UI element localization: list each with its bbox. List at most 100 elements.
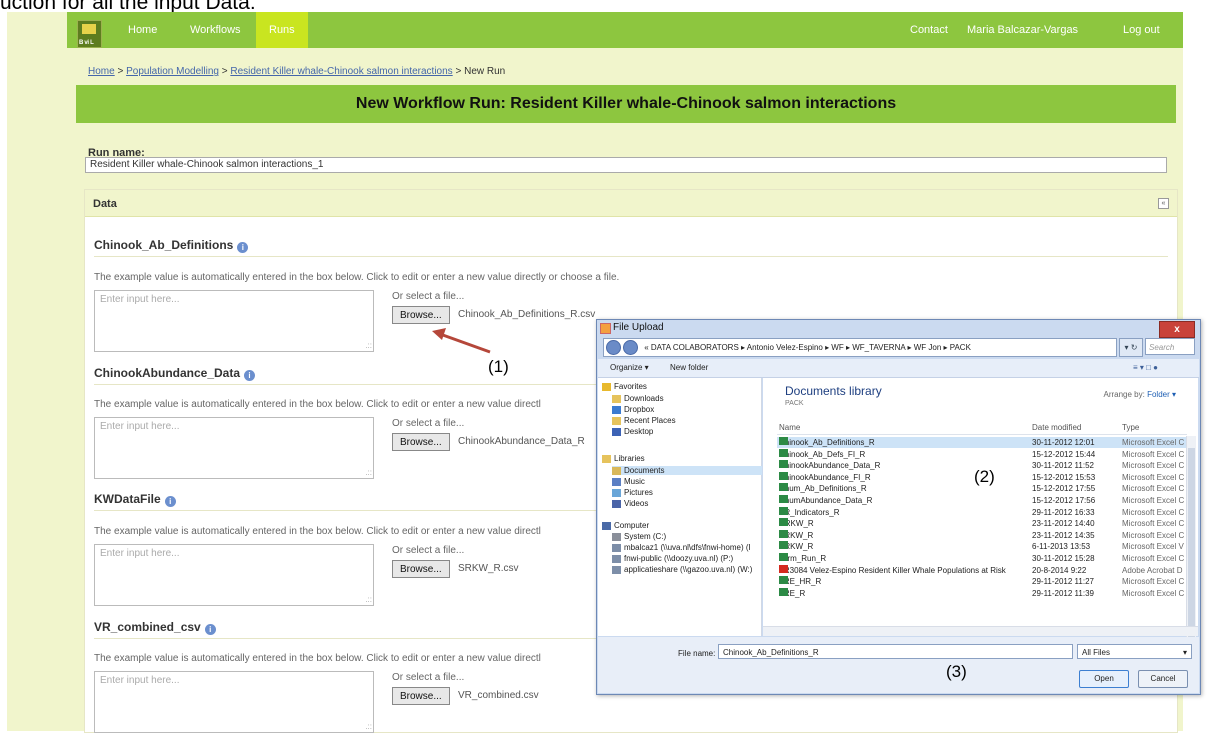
input-hint: The example value is automatically enter… xyxy=(94,653,541,664)
col-date[interactable]: Date modified xyxy=(1032,423,1081,432)
file-row[interactable]: TR3084 Velez-Espino Resident Killer Whal… xyxy=(777,564,1187,576)
library-title: Documents library xyxy=(785,384,882,398)
input-textarea[interactable]: Enter input here....:: xyxy=(94,290,374,352)
file-date: 23-11-2012 14:40 xyxy=(1032,519,1095,529)
file-name-input[interactable]: Chinook_Ab_Definitions_R xyxy=(718,644,1073,659)
view-icons[interactable]: ≡ ▾ □ ● xyxy=(1133,359,1158,377)
file-row[interactable]: NRKW_R 23-11-2012 14:40 Microsoft Excel C xyxy=(777,518,1187,529)
file-name-label: File name: xyxy=(678,649,716,658)
vertical-scrollbar[interactable] xyxy=(1186,436,1196,656)
nav-item-documents[interactable]: Documents xyxy=(612,466,762,475)
file-row[interactable]: Term_Run_R 30-11-2012 15:28 Microsoft Exce… xyxy=(777,553,1187,564)
input-textarea[interactable]: Enter input here....:: xyxy=(94,417,374,479)
nav-user[interactable]: Maria Balcazar-Vargas xyxy=(967,12,1078,48)
comp-icon xyxy=(602,521,611,530)
search-input[interactable]: Search PACK xyxy=(1145,338,1195,369)
file-date: 29-11-2012 11:39 xyxy=(1032,588,1094,598)
horizontal-scrollbar[interactable] xyxy=(763,626,1198,636)
browse-button[interactable]: Browse... xyxy=(392,560,450,578)
info-icon[interactable]: i xyxy=(164,496,176,507)
new-folder-button[interactable]: New folder xyxy=(670,359,708,377)
nav-runs[interactable]: Runs xyxy=(256,12,308,48)
organize-button[interactable]: Organize ▾ xyxy=(610,359,649,377)
col-type[interactable]: Type xyxy=(1122,423,1139,432)
cancel-button[interactable]: Cancel xyxy=(1138,670,1188,688)
input-title: Chinook_Ab_Definitions i xyxy=(94,238,249,253)
breadcrumb-population-modelling[interactable]: Population Modelling xyxy=(126,66,219,77)
nav-item-computer[interactable]: Computer xyxy=(602,521,649,530)
file-type-select[interactable]: All Files ▾ xyxy=(1077,644,1192,659)
file-row[interactable]: TRE_HR_R 29-11-2012 11:27 Microsoft Excel … xyxy=(777,576,1187,587)
browse-button[interactable]: Browse... xyxy=(392,306,450,324)
nav-item-videos[interactable]: Videos xyxy=(612,499,648,508)
file-type: Microsoft Excel C xyxy=(1122,577,1184,587)
nav-item-libraries[interactable]: Libraries xyxy=(602,454,645,463)
nav-item-desktop[interactable]: Desktop xyxy=(612,427,653,436)
file-type: Microsoft Excel C xyxy=(1122,461,1184,471)
arrange-by[interactable]: Arrange by: Folder ▾ xyxy=(1103,390,1176,399)
breadcrumb-home[interactable]: Home xyxy=(88,66,115,77)
file-type: Microsoft Excel C xyxy=(1122,588,1184,598)
file-row[interactable]: Chinook_Ab_Definitions_R 30-11-2012 12:01… xyxy=(777,437,1187,448)
address-path[interactable]: « DATA COLABORATORS ▸ Antonio Velez-Espi… xyxy=(644,343,971,352)
nav-item-mbalcaz1-uva-nl-dfs-fnwi-home-i[interactable]: mbalcaz1 (\\uva.nl\dfs\fnwi-home) (I xyxy=(612,543,751,552)
nav-item-downloads[interactable]: Downloads xyxy=(612,394,664,403)
excel-file-icon xyxy=(779,541,788,550)
file-row[interactable]: ChumAbundance_Data_R 15-12-2012 17:56 Micr… xyxy=(777,495,1187,506)
browse-button[interactable]: Browse... xyxy=(392,687,450,705)
excel-file-icon xyxy=(779,448,788,457)
back-icon[interactable] xyxy=(606,340,621,356)
file-type: Microsoft Excel C xyxy=(1122,496,1184,505)
nav-item-fnwi-public-doozy-uva-nl-p[interactable]: fnwi-public (\\doozy.uva.nl) (P:) xyxy=(612,554,733,563)
or-select-label: Or select a file... xyxy=(392,291,465,302)
excel-file-icon xyxy=(779,529,788,538)
collapse-icon[interactable]: « xyxy=(1158,198,1169,209)
file-row[interactable]: SRKW_R 23-11-2012 14:35 Microsoft Excel C xyxy=(777,529,1187,541)
nav-workflows[interactable]: Workflows xyxy=(177,12,254,48)
nav-item-pictures[interactable]: Pictures xyxy=(612,488,653,497)
file-type: Microsoft Excel C xyxy=(1122,449,1184,459)
info-icon[interactable]: i xyxy=(244,370,256,381)
refresh-button[interactable]: ▾ ↻ xyxy=(1119,338,1143,357)
nav-item-music[interactable]: Music xyxy=(612,477,645,486)
forward-icon[interactable] xyxy=(623,340,638,356)
address-bar[interactable]: « DATA COLABORATORS ▸ Antonio Velez-Espi… xyxy=(603,338,1117,357)
nav-home[interactable]: Home xyxy=(115,12,170,48)
nav-item-recent-places[interactable]: Recent Places xyxy=(612,416,676,425)
callout-1: (1) xyxy=(488,357,509,376)
nav-logout[interactable]: Log out xyxy=(1123,12,1160,48)
file-row[interactable]: TRE_R 29-11-2012 11:39 Microsoft Excel C xyxy=(777,587,1187,599)
file-date: 23-11-2012 14:35 xyxy=(1032,530,1095,540)
file-date: 30-11-2012 12:01 xyxy=(1032,438,1095,447)
col-name[interactable]: Name xyxy=(779,423,800,432)
biovel-logo[interactable]: B vi L xyxy=(77,20,102,48)
file-row[interactable]: ER_Indicators_R 29-11-2012 16:33 Microsoft… xyxy=(777,506,1187,518)
file-row[interactable]: SRKW_R 6-11-2013 13:53 Microsoft Excel V xyxy=(777,541,1187,552)
page-title: New Workflow Run: Resident Killer whale-… xyxy=(76,85,1176,123)
open-button[interactable]: Open xyxy=(1079,670,1129,688)
nav-item-applicatieshare-gazoo-uva-nl-w[interactable]: applicatieshare (\\gazoo.uva.nl) (W:) xyxy=(612,565,752,574)
file-row[interactable]: Chinook_Ab_Defs_FI_R 15-12-2012 15:44 Micr… xyxy=(777,448,1187,460)
pic-icon xyxy=(612,488,621,497)
browse-button[interactable]: Browse... xyxy=(392,433,450,451)
close-button[interactable]: x xyxy=(1159,321,1195,338)
excel-file-icon xyxy=(779,587,788,596)
info-icon[interactable]: i xyxy=(204,624,216,635)
folder-icon xyxy=(612,394,621,403)
divider xyxy=(94,256,1168,257)
file-type: Microsoft Excel C xyxy=(1122,519,1184,529)
data-panel-header[interactable]: Data « xyxy=(85,190,1177,217)
file-name: ER_Indicators_R xyxy=(779,507,840,517)
nav-item-favorites[interactable]: Favorites xyxy=(602,382,647,391)
breadcrumb-workflow[interactable]: Resident Killer whale-Chinook salmon int… xyxy=(230,66,452,77)
nav-item-dropbox[interactable]: Dropbox xyxy=(612,405,654,414)
input-textarea[interactable]: Enter input here....:: xyxy=(94,544,374,606)
nav-item-system-c[interactable]: System (C:) xyxy=(612,532,666,541)
input-textarea[interactable]: Enter input here....:: xyxy=(94,671,374,733)
desk-icon xyxy=(612,427,621,436)
info-icon[interactable]: i xyxy=(237,242,249,253)
nav-contact[interactable]: Contact xyxy=(910,12,948,48)
input-hint: The example value is automatically enter… xyxy=(94,399,541,410)
data-panel-label: Data xyxy=(93,198,117,210)
run-name-input[interactable]: Resident Killer whale-Chinook salmon int… xyxy=(85,157,1167,173)
